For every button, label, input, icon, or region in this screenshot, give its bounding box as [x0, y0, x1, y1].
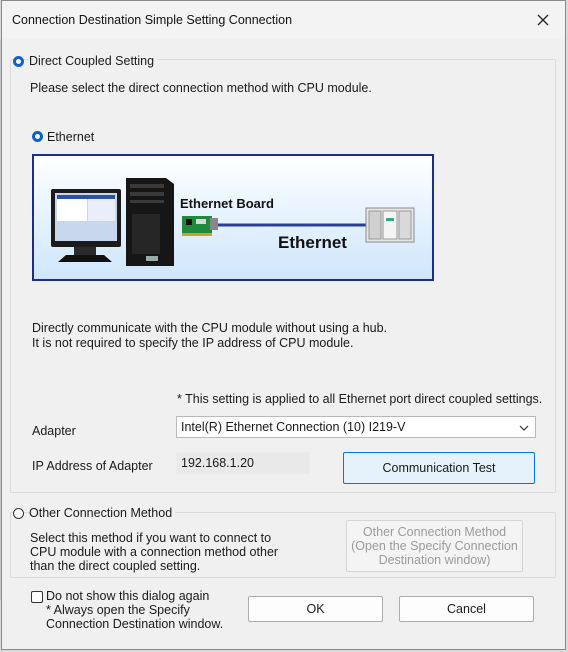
window-title: Connection Destination Simple Setting Co… [12, 13, 293, 27]
title-bar: Connection Destination Simple Setting Co… [2, 1, 565, 39]
footer-note-line1: * Always open the Specify [46, 603, 190, 617]
other-connection-button-line1: Other Connection Method [362, 525, 507, 539]
ethernet-diagram: Ethernet Board Ethernet [32, 154, 434, 281]
direct-note: * This setting is applied to all Etherne… [177, 392, 543, 406]
direct-desc-line1: Directly communicate with the CPU module… [32, 321, 388, 335]
chevron-down-icon [519, 425, 529, 431]
ip-address-value: 192.168.1.20 [181, 456, 254, 470]
footer-note-line2: Connection Destination window. [46, 617, 224, 631]
ip-address-field: 192.168.1.20 [176, 452, 310, 474]
ip-address-label: IP Address of Adapter [32, 459, 153, 473]
adapter-select[interactable]: Intel(R) Ethernet Connection (10) I219-V [176, 416, 536, 438]
close-icon [537, 14, 549, 26]
pc-tower-icon [126, 178, 174, 266]
other-desc-line3: than the direct coupled setting. [30, 559, 201, 573]
connection-illustration: Ethernet Board Ethernet [51, 178, 415, 266]
other-connection-button-line2: (Open the Specify Connection [351, 539, 518, 553]
plc-module-icon [365, 207, 415, 243]
other-desc-line2: CPU module with a connection method othe… [30, 545, 279, 559]
adapter-label: Adapter [32, 424, 76, 438]
other-connection-label[interactable]: Other Connection Method [29, 506, 176, 520]
direct-coupled-label[interactable]: Direct Coupled Setting [29, 54, 158, 68]
other-connection-button[interactable]: Other Connection Method (Open the Specif… [346, 520, 523, 572]
monitor-icon [51, 189, 121, 262]
direct-desc-line2: It is not required to specify the IP add… [32, 336, 354, 350]
close-button[interactable] [529, 7, 557, 33]
adapter-value: Intel(R) Ethernet Connection (10) I219-V [181, 420, 406, 434]
other-connection-button-line3: Destination window) [378, 553, 491, 567]
ethernet-board-label: Ethernet Board [180, 196, 274, 211]
dialog-window: Connection Destination Simple Setting Co… [1, 0, 566, 650]
ethernet-board-icon [182, 216, 218, 236]
ethernet-label[interactable]: Ethernet [47, 130, 94, 144]
do-not-show-checkbox[interactable] [31, 591, 43, 603]
other-connection-radio[interactable] [13, 508, 24, 519]
ethernet-radio[interactable] [32, 131, 43, 142]
direct-coupled-radio[interactable] [13, 56, 24, 67]
direct-prompt: Please select the direct connection meth… [30, 81, 372, 95]
ethernet-line-label: Ethernet [278, 233, 347, 252]
do-not-show-label[interactable]: Do not show this dialog again [46, 589, 209, 603]
other-desc-line1: Select this method if you want to connec… [30, 531, 272, 545]
cancel-button[interactable]: Cancel [399, 596, 534, 622]
ok-button[interactable]: OK [248, 596, 383, 622]
communication-test-button[interactable]: Communication Test [343, 452, 535, 484]
